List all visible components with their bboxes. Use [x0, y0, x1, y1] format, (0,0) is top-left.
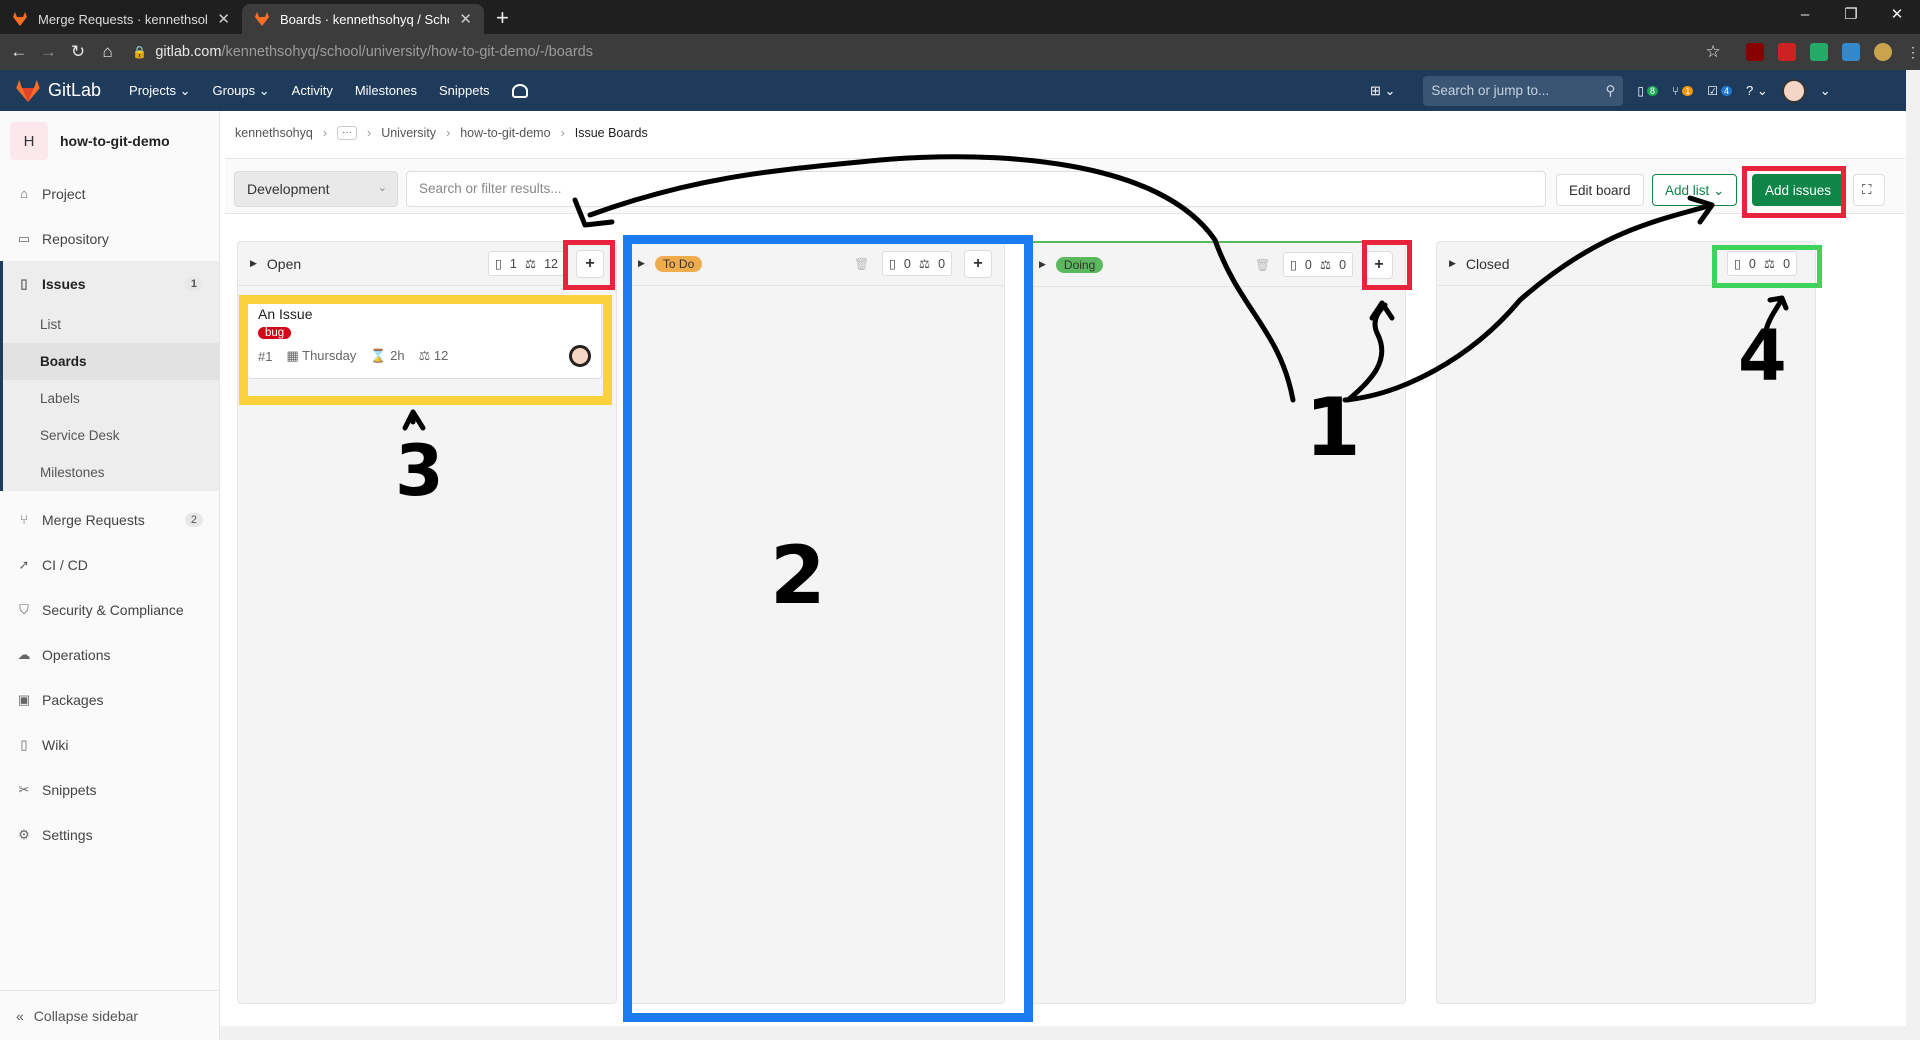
annotation-number-2: 2 [770, 529, 826, 622]
annotation-number-1: 1 [1305, 381, 1361, 474]
arrowhead [402, 409, 426, 431]
arrow-path [587, 154, 1296, 403]
arrow-path [1342, 202, 1715, 403]
annotation-number-3: 3 [395, 430, 444, 512]
annotation-arrows: 1 2 3 4 [395, 154, 1789, 622]
annotation-number-4: 4 [1738, 315, 1787, 397]
